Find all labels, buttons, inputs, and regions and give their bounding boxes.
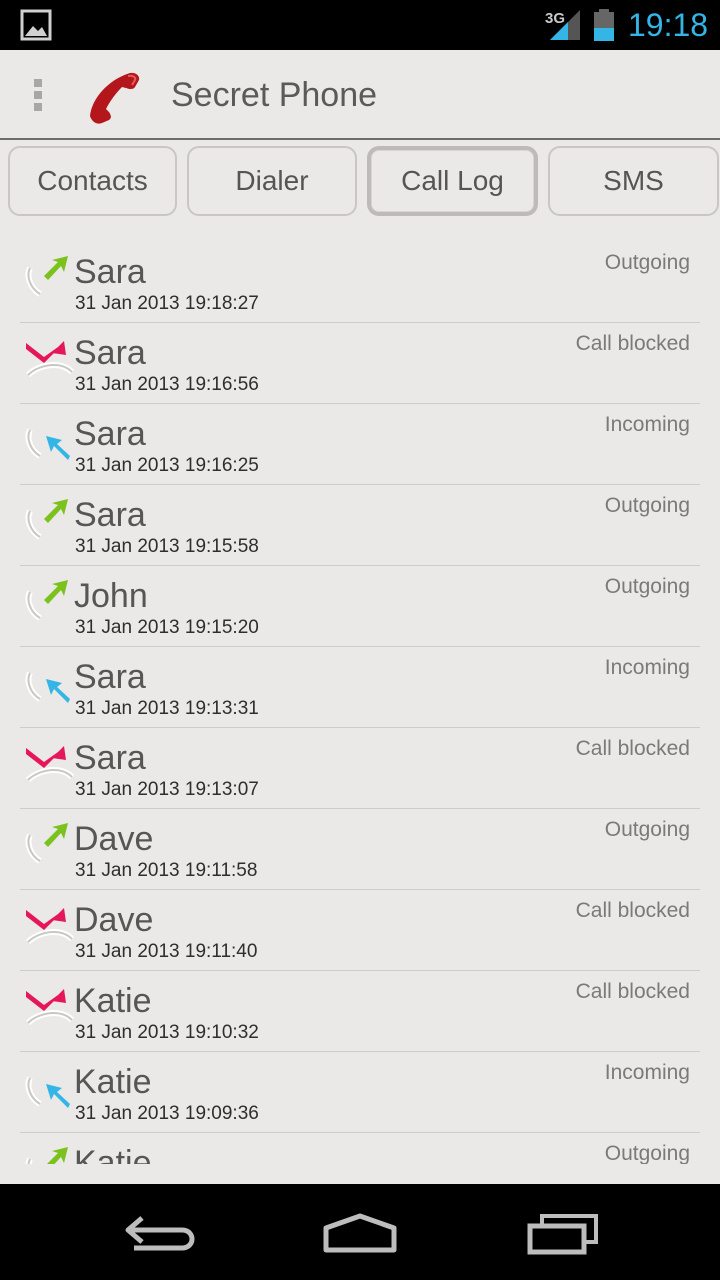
outgoing-call-icon: [25, 823, 68, 864]
status-bar: 3G 19:18: [0, 0, 720, 50]
call-log-row[interactable]: Sara 31 Jan 2013 19:15:58 Outgoing: [20, 485, 700, 566]
contact-name: Katie: [74, 982, 152, 1020]
tab-sms[interactable]: SMS: [548, 146, 719, 216]
call-log-row[interactable]: Sara 31 Jan 2013 19:18:27 Outgoing: [20, 242, 700, 323]
call-type: Call blocked: [575, 980, 690, 1003]
outgoing-call-icon: [25, 499, 68, 540]
call-type: Call blocked: [575, 899, 690, 922]
incoming-call-icon: [25, 428, 70, 460]
call-datetime: 31 Jan 2013 19:16:56: [75, 374, 259, 395]
call-type: Incoming: [604, 1061, 690, 1084]
outgoing-call-icon: [25, 580, 68, 621]
tab-contacts[interactable]: Contacts: [8, 146, 177, 216]
outgoing-call-icon: [25, 1147, 68, 1164]
contact-name: Sara: [74, 253, 146, 291]
home-icon[interactable]: [320, 1212, 400, 1256]
tab-call-log[interactable]: Call Log: [367, 146, 538, 216]
action-bar: Secret Phone: [0, 50, 720, 140]
call-log-row[interactable]: Sara 31 Jan 2013 19:13:31 Incoming: [20, 647, 700, 728]
signal-icon: [550, 10, 580, 40]
call-datetime: 31 Jan 2013 19:10:32: [75, 1022, 259, 1043]
call-datetime: 31 Jan 2013 19:13:07: [75, 779, 259, 800]
call-datetime: 31 Jan 2013 19:15:20: [75, 617, 259, 638]
tab-label: Dialer: [235, 165, 309, 196]
blocked-call-icon: [25, 908, 74, 945]
contact-name: Katie: [74, 1063, 152, 1101]
screen: 3G 19:18 Secret Phone Contacts Dialer Ca…: [0, 0, 720, 1280]
call-log-row[interactable]: Katie Outgoing: [20, 1133, 700, 1164]
call-datetime: 31 Jan 2013 19:11:58: [75, 860, 258, 881]
tab-label: Contacts: [37, 165, 148, 196]
incoming-call-icon: [25, 1076, 70, 1108]
call-type: Outgoing: [604, 494, 690, 517]
contact-name: John: [74, 577, 148, 615]
blocked-call-icon: [25, 989, 74, 1026]
call-type: Outgoing: [604, 251, 690, 274]
app-title: Secret Phone: [171, 76, 378, 114]
call-type: Outgoing: [604, 575, 690, 598]
blocked-call-icon: [25, 746, 74, 783]
contact-name: Sara: [74, 658, 146, 696]
tab-label: Call Log: [401, 165, 504, 196]
call-type: Incoming: [604, 656, 690, 679]
call-type: Call blocked: [575, 737, 690, 760]
call-datetime: 31 Jan 2013 19:13:31: [75, 698, 259, 719]
contact-name: Dave: [74, 901, 154, 939]
outgoing-call-icon: [25, 256, 68, 297]
contact-name: Katie: [74, 1144, 152, 1164]
call-log-row[interactable]: John 31 Jan 2013 19:15:20 Outgoing: [20, 566, 700, 647]
incoming-call-icon: [25, 671, 70, 703]
call-datetime: 31 Jan 2013 19:18:27: [75, 293, 259, 314]
call-log-row[interactable]: Katie 31 Jan 2013 19:09:36 Incoming: [20, 1052, 700, 1133]
recent-apps-icon[interactable]: [524, 1212, 604, 1256]
call-log-list[interactable]: Sara 31 Jan 2013 19:18:27 Outgoing Sara 31 J…: [20, 242, 700, 1164]
tab-bar: Contacts Dialer Call Log SMS: [0, 140, 720, 222]
tab-label: SMS: [603, 165, 664, 196]
blocked-call-icon: [25, 341, 74, 378]
call-log-row[interactable]: Dave 31 Jan 2013 19:11:40 Call blocked: [20, 890, 700, 971]
call-type: Outgoing: [604, 818, 690, 841]
call-datetime: 31 Jan 2013 19:09:36: [75, 1103, 259, 1124]
call-log-row[interactable]: Katie 31 Jan 2013 19:10:32 Call blocked: [20, 971, 700, 1052]
call-log-row[interactable]: Sara 31 Jan 2013 19:13:07 Call blocked: [20, 728, 700, 809]
contact-name: Sara: [74, 496, 146, 534]
contact-name: Sara: [74, 739, 146, 777]
battery-icon: [594, 9, 614, 41]
call-log-row[interactable]: Dave 31 Jan 2013 19:11:58 Outgoing: [20, 809, 700, 890]
navigation-bar: [0, 1184, 720, 1280]
call-type: Call blocked: [575, 332, 690, 355]
call-datetime: 31 Jan 2013 19:15:58: [75, 536, 259, 557]
call-type: Incoming: [604, 413, 690, 436]
tab-dialer[interactable]: Dialer: [187, 146, 357, 216]
call-datetime: 31 Jan 2013 19:16:25: [75, 455, 259, 476]
gallery-icon: [20, 9, 52, 41]
call-log-row[interactable]: Sara 31 Jan 2013 19:16:25 Incoming: [20, 404, 700, 485]
overflow-menu-icon[interactable]: [28, 77, 50, 113]
call-type: Outgoing: [604, 1142, 690, 1164]
call-datetime: 31 Jan 2013 19:11:40: [75, 941, 258, 962]
contact-name: Sara: [74, 415, 146, 453]
call-log-row[interactable]: Sara 31 Jan 2013 19:16:56 Call blocked: [20, 323, 700, 404]
status-clock: 19:18: [628, 7, 709, 43]
phone-handset-icon: [90, 72, 140, 124]
contact-name: Sara: [74, 334, 146, 372]
back-icon[interactable]: [120, 1212, 200, 1256]
contact-name: Dave: [74, 820, 154, 858]
